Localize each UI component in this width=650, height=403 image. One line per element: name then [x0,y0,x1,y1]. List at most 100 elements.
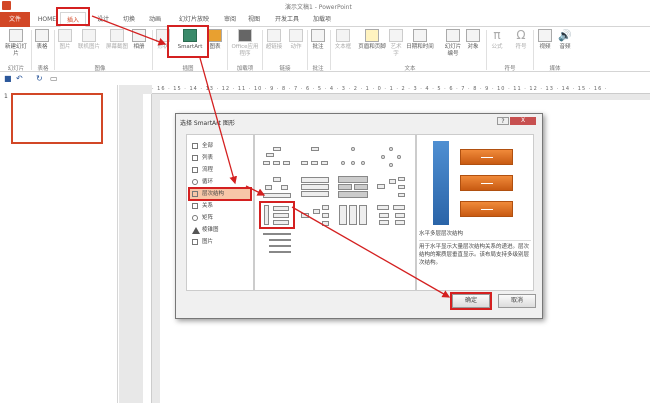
label: 页眉和页脚 [358,44,386,50]
group-media: 媒体 [549,66,561,72]
pictures-button[interactable]: 图片 [57,29,73,51]
cycle-icon [192,179,198,185]
equation-button[interactable]: π 公式 [489,29,505,51]
office-apps-button[interactable]: Office应用程序 [230,29,260,58]
layout-lined-list[interactable] [261,231,293,255]
layout-labeled-hierarchy[interactable] [299,175,331,199]
tab-addins[interactable]: 加载项 [308,12,336,27]
picture-icon [192,239,198,245]
layout-preview: 水平多层层次结构 用于水平显示大量层次结构关系的递进。层次结构的案质层垂直显示。… [416,134,534,291]
new-slide-button[interactable]: 新建幻灯片 [3,29,29,58]
tab-animations[interactable]: 动画 [144,12,166,27]
layout-hierarchy[interactable] [261,175,293,199]
slide-number-button[interactable]: 幻灯片编号 [443,29,463,58]
cancel-button[interactable]: 取消 [498,294,536,308]
preview-child-shape [460,149,513,165]
header-footer-button[interactable]: 页眉和页脚 [357,29,387,51]
category-cycle[interactable]: 循环 [190,177,250,187]
label: 列表 [202,155,214,161]
comment-button[interactable]: 批注 [310,29,326,51]
video-button[interactable]: 视频 [537,29,553,51]
label: 图表 [209,44,221,50]
layout-half-circle-org-chart[interactable] [337,145,369,169]
label: 符号 [515,44,527,50]
category-hierarchy[interactable]: 层次结构 [188,187,252,201]
label: 联机图片 [77,44,100,50]
label: 超链接 [265,44,283,50]
help-button[interactable]: ? [497,117,509,125]
screenshot-button[interactable]: 屏幕截图 [104,29,130,51]
list-icon [192,155,198,161]
layout-org-chart[interactable] [261,145,293,169]
undo-icon[interactable]: ↶ [16,74,23,83]
tab-review[interactable]: 审阅 [220,12,240,27]
group-links: 链接 [279,66,291,72]
group-images: 图像 [94,66,106,72]
layout-name-title-org-chart[interactable] [299,145,331,169]
category-process[interactable]: 流程 [190,165,250,175]
horizontal-ruler: · 16 · 15 · 14 · 13 · 12 · 11 · 10 · 9 ·… [152,85,650,94]
category-matrix[interactable]: 矩阵 [190,213,250,223]
label: 日期和时间 [406,44,434,50]
label: 文本框 [334,44,352,50]
category-relationship[interactable]: 关系 [190,201,250,211]
tab-developer[interactable]: 开发工具 [270,12,304,27]
redo-icon[interactable]: ↻ [36,74,43,83]
layout-table-hierarchy[interactable] [337,175,369,199]
layout-horizontal-org-chart[interactable] [299,203,331,227]
layout-circle-picture-hierarchy[interactable] [375,145,407,169]
hierarchy-icon [192,191,198,197]
quick-access-toolbar: ■ ↶ ↻ ▭ [0,72,650,85]
textbox-button[interactable]: 文本框 [333,29,353,51]
layout-gallery [254,134,416,291]
photo-album-button[interactable]: 相册 [131,29,147,51]
label: 公式 [491,44,503,50]
table-button[interactable]: 表格 [33,29,51,51]
label: 关系 [202,203,214,209]
layout-architecture[interactable] [337,203,369,227]
group-addins: 加载项 [236,66,254,72]
tab-transitions[interactable]: 切换 [118,12,140,27]
smartart-dialog: 选择 SmartArt 图形 ? X 全部 列表 流程 循环 层次结构 关系 矩… [175,113,543,319]
group-illustrations: 插图 [182,66,194,72]
label: 新建幻灯片 [4,44,27,57]
object-button[interactable]: 对象 [465,29,481,51]
start-presentation-icon[interactable]: ▭ [50,74,58,83]
layout-horizontal-hierarchy[interactable] [375,175,407,199]
ribbon-tabs: 文件 HOME 插入 设计 切换 动画 幻灯片放映 审阅 视图 开发工具 加载项 [0,12,650,27]
symbol-button[interactable]: Ω 符号 [513,29,529,51]
date-time-button[interactable]: 日期和时间 [405,29,435,51]
hyperlink-button[interactable]: 超链接 [264,29,284,51]
smartart-highlight [167,25,209,58]
tab-view[interactable]: 视图 [244,12,264,27]
ok-button[interactable]: 确定 [450,292,492,310]
label: 图片 [59,44,71,50]
category-picture[interactable]: 图片 [190,237,250,247]
slide-thumbnail[interactable] [11,93,103,144]
dialog-title: 选择 SmartArt 图形 [180,120,235,127]
action-button[interactable]: 动作 [288,29,304,51]
label: 相册 [133,44,145,50]
tab-design[interactable]: 设计 [92,12,114,27]
chart-button[interactable]: 图表 [207,29,223,51]
wordart-button[interactable]: 艺术字 [388,29,404,58]
close-button[interactable]: X [510,117,536,125]
online-pictures-button[interactable]: 联机图片 [76,29,102,51]
preview-layout-name: 水平多层层次结构 [419,231,464,237]
label: 幻灯片编号 [444,44,462,57]
pyramid-icon [192,227,200,234]
layout-horizontal-multi-level-hierarchy[interactable] [259,201,295,229]
category-all[interactable]: 全部 [190,141,250,151]
group-symbols: 符号 [504,66,516,72]
category-list-item[interactable]: 列表 [190,153,250,163]
slide-number: 1 [4,93,8,100]
matrix-icon [192,215,198,221]
category-pyramid[interactable]: 棱锥图 [190,225,250,235]
preview-root-shape [433,141,449,225]
save-icon[interactable]: ■ [4,74,12,83]
label: 对象 [467,44,479,50]
layout-hierarchy-list[interactable] [375,203,407,227]
tab-file[interactable]: 文件 [0,12,30,27]
preview-layout-description: 用于水平显示大量层次结构关系的递进。层次结构的案质层垂直显示。该布局支持多级别层… [419,240,531,267]
audio-button[interactable]: 🔊 音频 [557,29,573,51]
